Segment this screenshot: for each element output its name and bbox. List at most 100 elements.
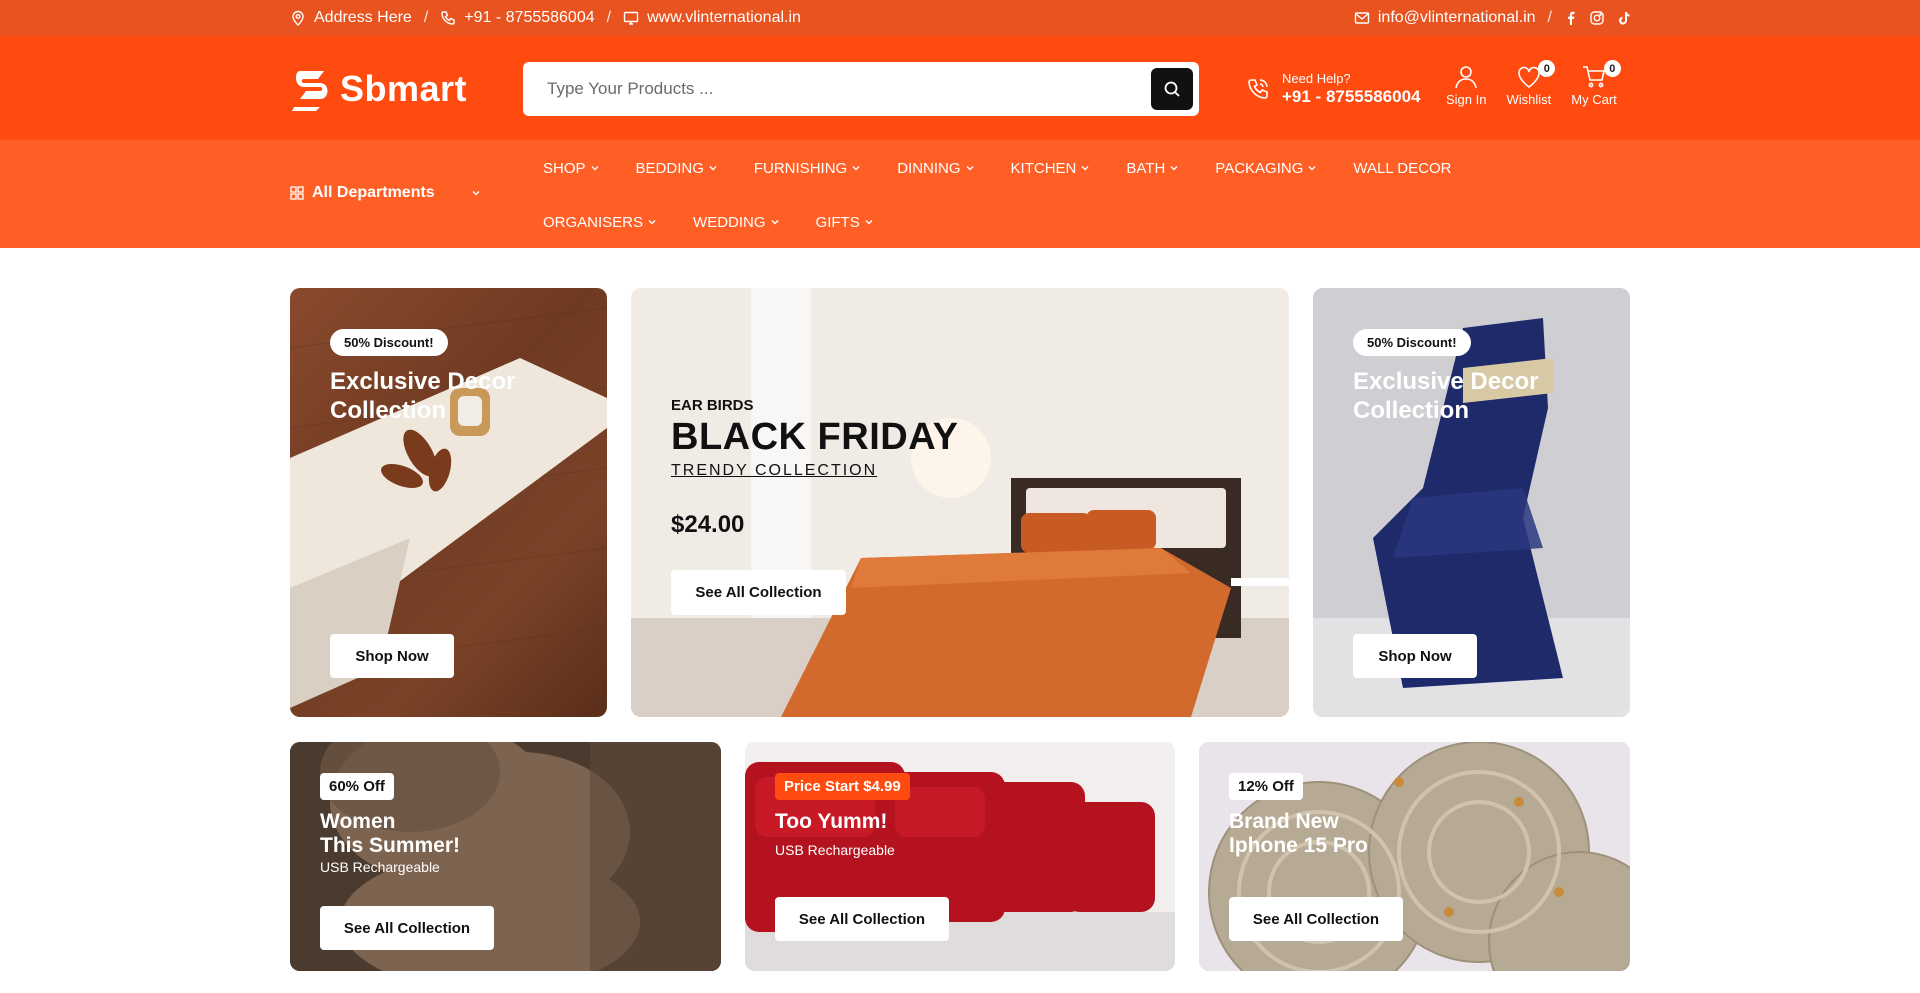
chevron-down-icon [648, 220, 656, 225]
banner-title: Exclusive Decor Collection [1353, 368, 1539, 424]
chevron-down-icon [771, 220, 779, 225]
map-pin-icon [290, 10, 306, 26]
main-navigation: All Departments SHOP BEDDING FURNISHING … [0, 140, 1920, 248]
promo-card-yumm[interactable]: Price Start $4.99 Too Yumm! USB Recharge… [745, 742, 1175, 971]
chevron-down-icon [1081, 166, 1089, 171]
nav-item-kitchen[interactable]: KITCHEN [1011, 154, 1091, 182]
hero-subtitle: TRENDY COLLECTION [671, 462, 878, 479]
hero-title: BLACK FRIDAY [671, 416, 959, 458]
sign-in-button[interactable]: Sign In [1446, 64, 1486, 107]
address-item[interactable]: Address Here [290, 9, 412, 27]
nav-item-label: WALL DECOR [1353, 159, 1452, 177]
promo-title-line2: Iphone 15 Pro [1229, 834, 1368, 857]
logo-mark-icon [292, 71, 328, 111]
nav-item-label: WEDDING [693, 213, 766, 231]
cart-count-badge: 0 [1603, 60, 1621, 77]
banner-right[interactable]: 50% Discount! Exclusive Decor Collection… [1313, 288, 1630, 717]
tiktok-icon[interactable] [1616, 11, 1630, 25]
main-header: Sbmart Need Help? +91 - 8755586004 Sign … [0, 36, 1920, 140]
top-bar: Address Here / +91 - 8755586004 / www.vl… [0, 0, 1920, 36]
discount-pill: 50% Discount! [1353, 329, 1471, 356]
all-departments-label: All Departments [312, 184, 435, 201]
website-text: www.vlinternational.in [647, 9, 801, 26]
shop-now-button[interactable]: Shop Now [330, 634, 454, 678]
promo-title-line1: Too Yumm! [775, 810, 888, 833]
promo-title-line1: Women [320, 810, 396, 833]
nav-item-dinning[interactable]: DINNING [897, 154, 974, 182]
chevron-down-icon [591, 166, 599, 171]
nav-item-organisers[interactable]: ORGANISERS [543, 208, 657, 236]
nav-item-wedding[interactable]: WEDDING [693, 208, 780, 236]
nav-item-label: SHOP [543, 159, 586, 177]
banner-left[interactable]: 50% Discount! Exclusive Decor Collection… [290, 288, 607, 717]
phone-icon [440, 10, 456, 26]
facebook-icon[interactable] [1564, 11, 1578, 25]
promo-tag: 60% Off [320, 773, 394, 800]
nav-item-wall-decor[interactable]: WALL DECOR [1353, 154, 1451, 182]
discount-label: 50% Discount! [330, 329, 448, 356]
hero-eyebrow: EAR BIRDS [671, 397, 754, 414]
chevron-down-icon [852, 166, 860, 171]
promo-card-women[interactable]: 60% Off Women This Summer! USB Rechargea… [290, 742, 721, 971]
promo-tag: Price Start $4.99 [775, 773, 910, 800]
all-departments-button[interactable]: All Departments [290, 184, 481, 202]
phone-item[interactable]: +91 - 8755586004 [440, 9, 595, 27]
site-logo[interactable]: Sbmart [290, 66, 467, 112]
nav-item-bath[interactable]: BATH [1126, 154, 1179, 182]
header-actions: Sign In Wishlist 0 My Cart 0 [1446, 60, 1621, 107]
nav-item-label: ORGANISERS [543, 213, 644, 231]
chevron-down-icon [966, 166, 974, 171]
search-bar [523, 62, 1199, 116]
help-phone: +91 - 8755586004 [1282, 87, 1421, 106]
logo-text: Sbmart [340, 68, 468, 109]
email-item[interactable]: info@vlinternational.in [1354, 9, 1536, 27]
nav-item-furnishing[interactable]: FURNISHING [754, 154, 861, 182]
promo-tag: 12% Off [1229, 773, 1303, 800]
nav-item-label: FURNISHING [753, 159, 848, 177]
promo-tag-label: Price Start $4.99 [775, 773, 910, 800]
chevron-down-icon [1170, 166, 1178, 171]
nav-item-packaging[interactable]: PACKAGING [1215, 154, 1317, 182]
website-item[interactable]: www.vlinternational.in [623, 9, 801, 27]
separator: / [423, 9, 429, 26]
monitor-icon [623, 10, 639, 26]
banner-title: Exclusive Decor Collection [330, 368, 516, 424]
promo-tag-label: 60% Off [320, 773, 394, 800]
search-input[interactable] [523, 62, 1143, 116]
help-contact[interactable]: Need Help? +91 - 8755586004 [1246, 66, 1421, 112]
mail-icon [1354, 10, 1370, 26]
user-icon [1455, 66, 1478, 89]
bedroom-image [631, 288, 1289, 717]
wishlist-button[interactable]: Wishlist 0 [1506, 60, 1556, 107]
promo-title-line1: Brand New [1229, 810, 1339, 833]
separator: / [1547, 9, 1552, 26]
promo-tag-label: 12% Off [1229, 773, 1303, 800]
banner-hero[interactable]: EAR BIRDS BLACK FRIDAY TRENDY COLLECTION… [631, 288, 1289, 717]
cart-button[interactable]: My Cart 0 [1571, 60, 1621, 107]
promo-title-line2: This Summer! [320, 834, 461, 857]
search-icon [1164, 81, 1180, 97]
chevron-down-icon [1308, 166, 1316, 171]
shop-now-button[interactable]: Shop Now [1353, 634, 1477, 678]
search-button[interactable] [1151, 68, 1193, 110]
see-all-collection-button[interactable]: See All Collection [320, 906, 494, 950]
phone-text: +91 - 8755586004 [464, 9, 595, 26]
promo-subtitle: USB Rechargeable [775, 842, 895, 858]
sign-in-label: Sign In [1446, 92, 1487, 107]
grid-icon [290, 186, 304, 200]
nav-item-shop[interactable]: SHOP [543, 154, 600, 182]
address-text: Address Here [314, 9, 412, 26]
chevron-down-icon [865, 220, 873, 225]
see-all-collection-button[interactable]: See All Collection [775, 897, 949, 941]
category-menu: SHOP BEDDING FURNISHING DINNING KITCHEN … [543, 154, 1603, 236]
nav-item-gifts[interactable]: GIFTS [816, 208, 874, 236]
nav-item-label: BEDDING [635, 159, 704, 177]
chevron-down-icon [472, 191, 480, 196]
instagram-icon[interactable] [1590, 11, 1604, 25]
promo-card-iphone[interactable]: 12% Off Brand New Iphone 15 Pro See All … [1199, 742, 1630, 971]
see-all-collection-button[interactable]: See All Collection [1229, 897, 1403, 941]
see-all-collection-button[interactable]: See All Collection [671, 570, 846, 615]
nav-item-bedding[interactable]: BEDDING [636, 154, 718, 182]
promo-subtitle: USB Rechargeable [320, 859, 440, 875]
separator: / [606, 9, 612, 26]
